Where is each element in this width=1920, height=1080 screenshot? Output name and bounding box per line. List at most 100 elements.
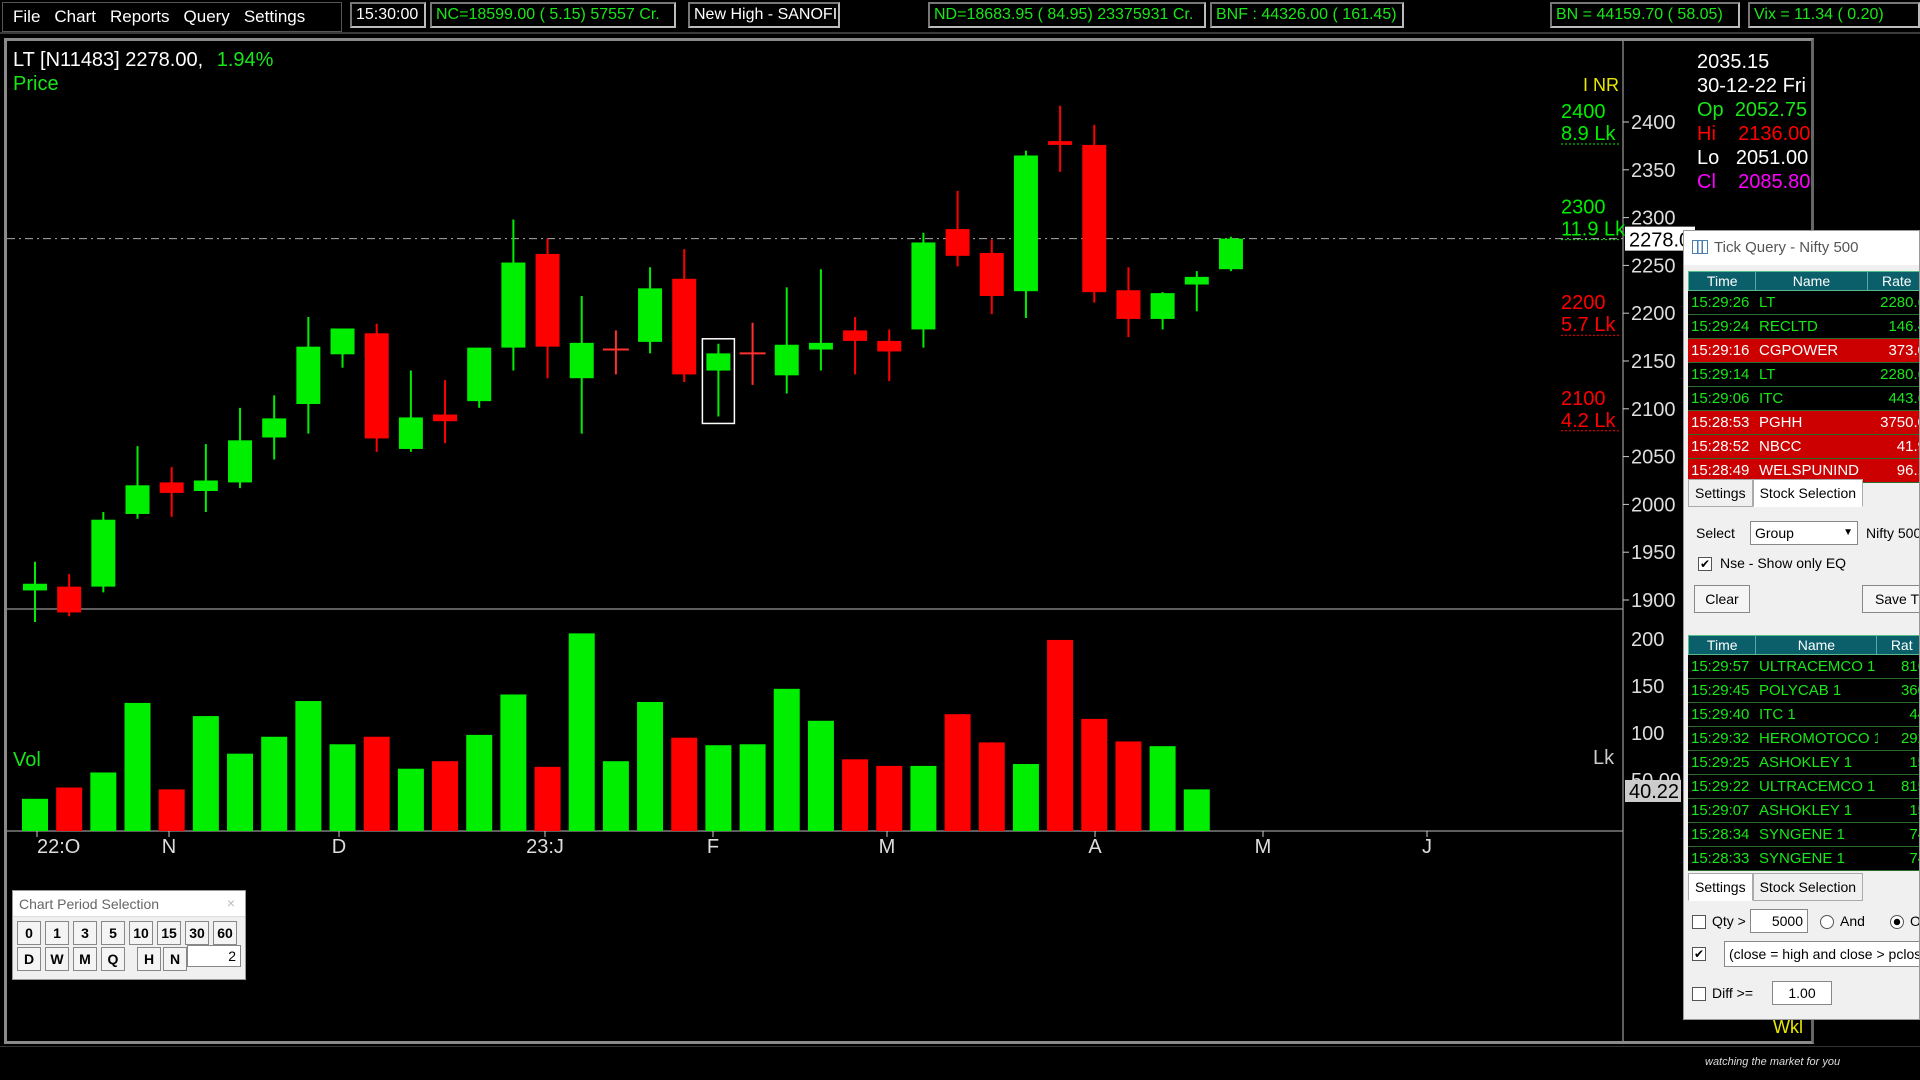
period-button-daily[interactable]: D [17, 947, 41, 971]
tick-cell-name: ASHOKLEY 1 [1759, 802, 1853, 819]
menu-chart[interactable]: Chart [54, 7, 96, 27]
col-name[interactable]: Name [1756, 272, 1868, 290]
col2-rate[interactable]: Rat [1877, 636, 1919, 654]
volume-bar [1081, 718, 1108, 831]
tick-cell-rate: 41.9 [1896, 438, 1919, 455]
tick-row[interactable]: 15:29:26 LT 2280.6 [1688, 291, 1919, 315]
period-button-10[interactable]: 10 [129, 921, 153, 945]
tab-settings-bottom[interactable]: Settings [1688, 873, 1753, 901]
high-value: 2136.00 [1738, 123, 1811, 145]
period-button-1[interactable]: 1 [45, 921, 69, 945]
tick-row[interactable]: 15:29:25 ASHOKLEY 1 15 [1688, 751, 1919, 775]
tick-row[interactable]: 15:29:40 ITC 1 44 [1688, 703, 1919, 727]
volume-bar [466, 734, 493, 831]
period-panel-titlebar[interactable]: Chart Period Selection × [13, 891, 245, 917]
period-button-15[interactable]: 15 [157, 921, 181, 945]
tick-cell-rate: 15 [1909, 754, 1919, 771]
period-button-h[interactable]: H [137, 947, 161, 971]
chart-period-panel[interactable]: Chart Period Selection × 0 1 3 5 10 15 3… [12, 890, 246, 980]
candle-body [1082, 144, 1107, 293]
tick-table-bottom[interactable]: Time Name Rat 15:29:57ULTRACEMCO 181615:… [1688, 635, 1919, 871]
tick-row[interactable]: 15:29:06 ITC 443.6 [1688, 387, 1919, 411]
tick-cell-name: ITC 1 [1759, 706, 1796, 723]
diff-checkbox[interactable] [1692, 987, 1706, 1001]
status-bar [0, 1046, 1920, 1080]
condition-checkbox[interactable]: ✔ [1692, 947, 1706, 961]
time-tick-label: M [1255, 836, 1272, 858]
or-radio[interactable] [1890, 915, 1904, 929]
tick-cell-name: ULTRACEMCO 1 [1759, 658, 1876, 675]
tab-settings-top[interactable]: Settings [1688, 479, 1753, 507]
tick-query-titlebar[interactable]: Tick Query - Nifty 500 [1684, 231, 1919, 265]
tick-row[interactable]: 15:28:53 PGHH 3750.0 [1688, 411, 1919, 435]
price-tick-label: 2300 [1631, 208, 1676, 230]
period-button-n[interactable]: N [163, 947, 187, 971]
tick-row[interactable]: 15:29:24 RECLTD 146.4 [1688, 315, 1919, 339]
period-button-monthly[interactable]: M [73, 947, 97, 971]
tab-stock-selection-bottom[interactable]: Stock Selection [1752, 873, 1864, 901]
close-icon[interactable]: × [223, 895, 239, 911]
level-price-label: 2400 [1561, 101, 1606, 123]
menu-reports[interactable]: Reports [110, 7, 170, 27]
tick-cell-time: 15:28:53 [1691, 414, 1750, 431]
symbol-text: LT [N11483] 2278.00, [13, 49, 204, 71]
and-radio[interactable] [1820, 915, 1834, 929]
tick-row[interactable]: 15:29:22 ULTRACEMCO 1 815 [1688, 775, 1919, 799]
period-button-30[interactable]: 30 [185, 921, 209, 945]
save-button[interactable]: Save T [1862, 585, 1919, 613]
condition-input[interactable]: (close = high and close > pclose [1724, 941, 1919, 967]
period-button-60[interactable]: 60 [213, 921, 237, 945]
candlestick-chart[interactable]: 1900195020002050210021502200225023002350… [7, 41, 1817, 1047]
tick-query-panel[interactable]: Tick Query - Nifty 500 Time Name Rate 15… [1683, 230, 1920, 1020]
clear-button[interactable]: Clear [1694, 585, 1750, 613]
tick-row[interactable]: 15:29:57 ULTRACEMCO 1 816 [1688, 655, 1919, 679]
candle-body [1150, 293, 1175, 319]
tick-table-top[interactable]: Time Name Rate 15:29:26 LT 2280.6 15:29:24 R… [1688, 271, 1920, 483]
period-panel-title: Chart Period Selection [19, 896, 160, 912]
tick-row[interactable]: 15:29:16 CGPOWER 373.0 [1688, 339, 1919, 363]
price-tick-label: 2400 [1631, 112, 1676, 134]
period-multiplier-input[interactable] [187, 945, 241, 967]
time-tick-label: N [162, 836, 176, 858]
candle-body [911, 242, 936, 330]
tick-row[interactable]: 15:28:34 SYNGENE 1 74 [1688, 823, 1919, 847]
period-button-3[interactable]: 3 [73, 921, 97, 945]
time-tick-label: 22:O [37, 836, 80, 858]
candle-body [672, 278, 697, 375]
volume-bar [602, 761, 629, 831]
period-button-5[interactable]: 5 [101, 921, 125, 945]
chart-frame[interactable]: 1900 1950 2000 2050 2100 2150 2200 2250 2300 2350… [4, 38, 1814, 1044]
tick-row[interactable]: 15:29:07 ASHOKLEY 1 15 [1688, 799, 1919, 823]
period-button-0[interactable]: 0 [17, 921, 41, 945]
tick-cell-name: HEROMOTOCO 1 [1759, 730, 1878, 747]
tick-row[interactable]: 15:29:45 POLYCAB 1 360 [1688, 679, 1919, 703]
current-volume-tag: 40.22 [1629, 781, 1679, 803]
level-price-label: 2100 [1561, 388, 1606, 410]
menu-query[interactable]: Query [184, 7, 230, 27]
bn-ticker: BN = 44159.70 ( 58.05) [1550, 2, 1740, 28]
cursor-date: 30-12-22 Fri [1697, 75, 1806, 97]
diff-input[interactable]: 1.00 [1772, 981, 1832, 1005]
price-tick-label: 2350 [1631, 160, 1676, 182]
menu-settings[interactable]: Settings [244, 7, 305, 27]
col2-time[interactable]: Time [1689, 636, 1757, 654]
tick-row[interactable]: 15:29:32 HEROMOTOCO 1 292 [1688, 727, 1919, 751]
tick-row[interactable]: 15:28:33 SYNGENE 1 74 [1688, 847, 1919, 871]
period-button-quarterly[interactable]: Q [101, 947, 125, 971]
group-select[interactable]: Group ▼ [1750, 521, 1858, 545]
period-button-weekly[interactable]: W [45, 947, 69, 971]
time-tick-label: J [1422, 836, 1432, 858]
col-rate[interactable]: Rate [1868, 272, 1920, 290]
high-label: Hi [1697, 123, 1716, 145]
tick-row[interactable]: 15:28:52 NBCC 41.9 [1688, 435, 1919, 459]
qty-input[interactable]: 5000 [1750, 909, 1808, 933]
col-time[interactable]: Time [1689, 272, 1757, 290]
col2-name[interactable]: Name [1756, 636, 1878, 654]
tab-stock-selection-top[interactable]: Stock Selection [1752, 479, 1864, 507]
menu-file[interactable]: File [13, 7, 40, 27]
qty-checkbox[interactable] [1692, 915, 1706, 929]
nd-ticker: ND=18683.95 ( 84.95) 23375931 Cr. [928, 2, 1206, 28]
volume-bar [807, 720, 834, 831]
nse-eq-checkbox[interactable]: ✔ [1698, 557, 1712, 571]
tick-row[interactable]: 15:29:14 LT 2280.6 [1688, 363, 1919, 387]
